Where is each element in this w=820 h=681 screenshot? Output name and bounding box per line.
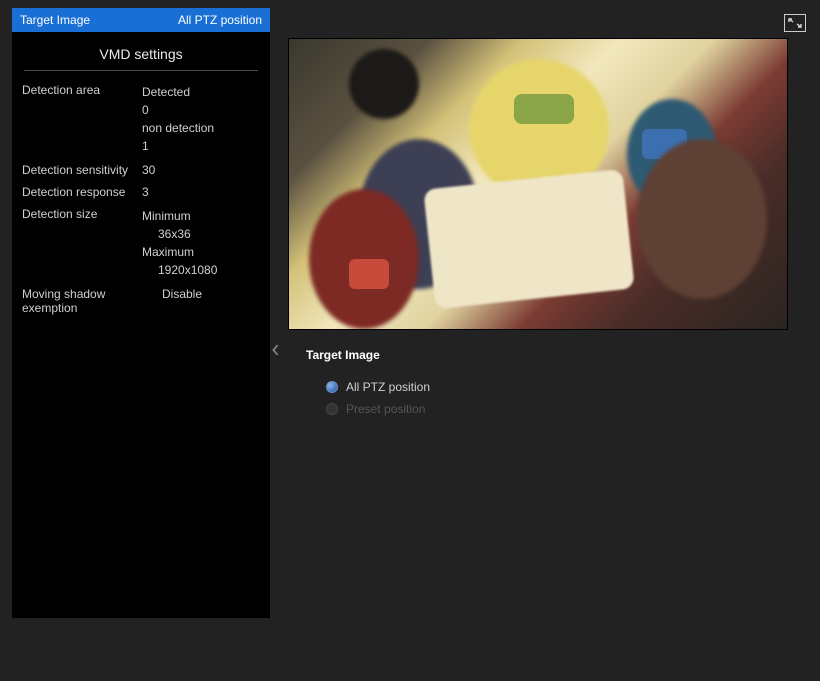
settings-list: Detection area Detected 0 non detection … bbox=[12, 77, 270, 319]
radio-selected-icon bbox=[326, 381, 338, 393]
section-divider bbox=[24, 70, 258, 71]
values-detection-size: Minimum 36x36 Maximum 1920x1080 bbox=[142, 207, 260, 279]
values-detection-area: Detected 0 non detection 1 bbox=[142, 83, 260, 155]
main-panel: Target Image All PTZ position Preset pos… bbox=[270, 8, 820, 630]
label-moving-shadow: Moving shadow exemption bbox=[22, 287, 162, 315]
radio-label-preset: Preset position bbox=[346, 402, 425, 416]
label-detection-area: Detection area bbox=[22, 83, 142, 155]
sidebar: Target Image All PTZ position VMD settin… bbox=[12, 8, 270, 618]
row-detection-area: Detection area Detected 0 non detection … bbox=[22, 79, 260, 159]
sidebar-header[interactable]: Target Image All PTZ position bbox=[12, 8, 270, 32]
form-title: Target Image bbox=[306, 348, 810, 362]
min-label: Minimum bbox=[142, 207, 260, 225]
max-label: Maximum bbox=[142, 243, 260, 261]
max-value: 1920x1080 bbox=[142, 261, 260, 279]
sidebar-header-right: All PTZ position bbox=[178, 13, 262, 27]
nondetection-value: 1 bbox=[142, 137, 260, 155]
radio-all-ptz[interactable]: All PTZ position bbox=[306, 376, 810, 398]
label-detection-size: Detection size bbox=[22, 207, 142, 279]
nondetection-label: non detection bbox=[142, 119, 260, 137]
detected-label: Detected bbox=[142, 83, 260, 101]
label-detection-response: Detection response bbox=[22, 185, 142, 199]
video-preview[interactable] bbox=[288, 38, 788, 330]
value-moving-shadow: Disable bbox=[162, 287, 260, 315]
detected-value: 0 bbox=[142, 101, 260, 119]
label-detection-sensitivity: Detection sensitivity bbox=[22, 163, 142, 177]
row-detection-response: Detection response 3 bbox=[22, 181, 260, 203]
section-title: VMD settings bbox=[12, 32, 270, 70]
value-detection-response: 3 bbox=[142, 185, 260, 199]
sidebar-header-left: Target Image bbox=[20, 13, 178, 27]
row-detection-size: Detection size Minimum 36x36 Maximum 192… bbox=[22, 203, 260, 283]
radio-label-all-ptz: All PTZ position bbox=[346, 380, 430, 394]
value-detection-sensitivity: 30 bbox=[142, 163, 260, 177]
target-image-form: Target Image All PTZ position Preset pos… bbox=[288, 348, 810, 420]
row-moving-shadow: Moving shadow exemption Disable bbox=[22, 283, 260, 319]
min-value: 36x36 bbox=[142, 225, 260, 243]
row-detection-sensitivity: Detection sensitivity 30 bbox=[22, 159, 260, 181]
radio-unselected-icon bbox=[326, 403, 338, 415]
radio-preset[interactable]: Preset position bbox=[306, 398, 810, 420]
